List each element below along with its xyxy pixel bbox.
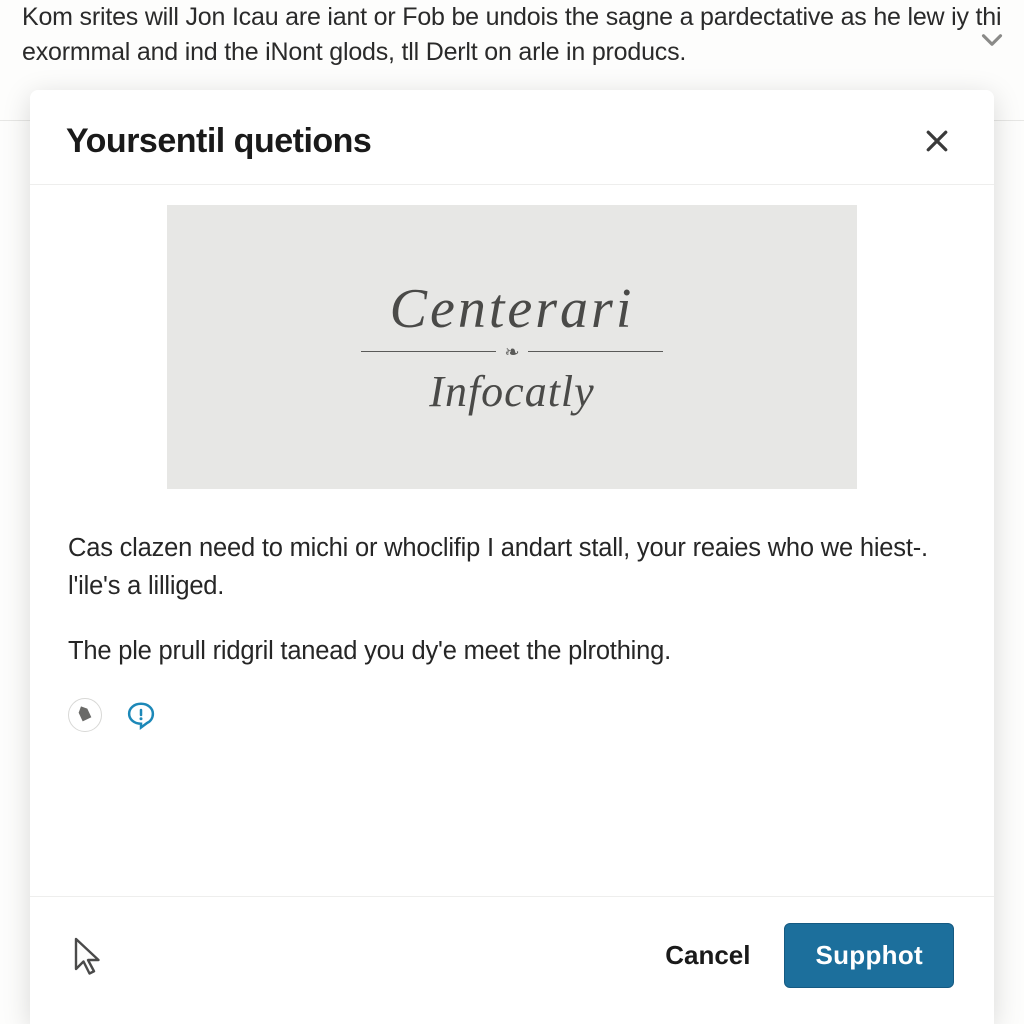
hero-title: Centerari (390, 277, 635, 341)
modal-title: Yoursentil quetions (66, 122, 371, 161)
body-paragraph-2: The ple prull ridgril tanead you dy'e me… (66, 632, 958, 670)
close-icon (922, 126, 952, 156)
comment-action[interactable] (124, 698, 158, 732)
close-button[interactable] (916, 120, 958, 162)
divider-line-left (361, 351, 496, 352)
footer-cursor-area (70, 936, 110, 976)
background-content: Kom srites will Jon Icau are iant or Fob… (0, 0, 1024, 70)
body-paragraph-1: Cas clazen need to michi or whoclifip I … (66, 529, 958, 606)
tag-action[interactable] (68, 698, 102, 732)
modal-header: Yoursentil quetions (30, 90, 994, 185)
modal-dialog: Yoursentil quetions Centerari ❧ Infocatl… (30, 90, 994, 1024)
tag-icon (76, 706, 94, 724)
modal-footer: Cancel Supphot (30, 896, 994, 1024)
hero-subtitle: Infocatly (429, 366, 594, 417)
speech-bubble-icon (126, 700, 156, 730)
action-icons-row (66, 696, 958, 734)
footer-actions: Cancel Supphot (657, 923, 954, 988)
primary-button[interactable]: Supphot (784, 923, 954, 988)
cursor-icon (70, 936, 106, 978)
hero-banner: Centerari ❧ Infocatly (167, 205, 857, 489)
modal-body: Centerari ❧ Infocatly Cas clazen need to… (30, 185, 994, 896)
collapse-toggle[interactable] (972, 20, 1012, 60)
cancel-button[interactable]: Cancel (657, 932, 758, 979)
background-paragraph: Kom srites will Jon Icau are iant or Fob… (22, 0, 1002, 70)
hero-divider: ❧ (361, 351, 662, 352)
chevron-down-icon (975, 23, 1009, 57)
divider-line-right (528, 351, 663, 352)
